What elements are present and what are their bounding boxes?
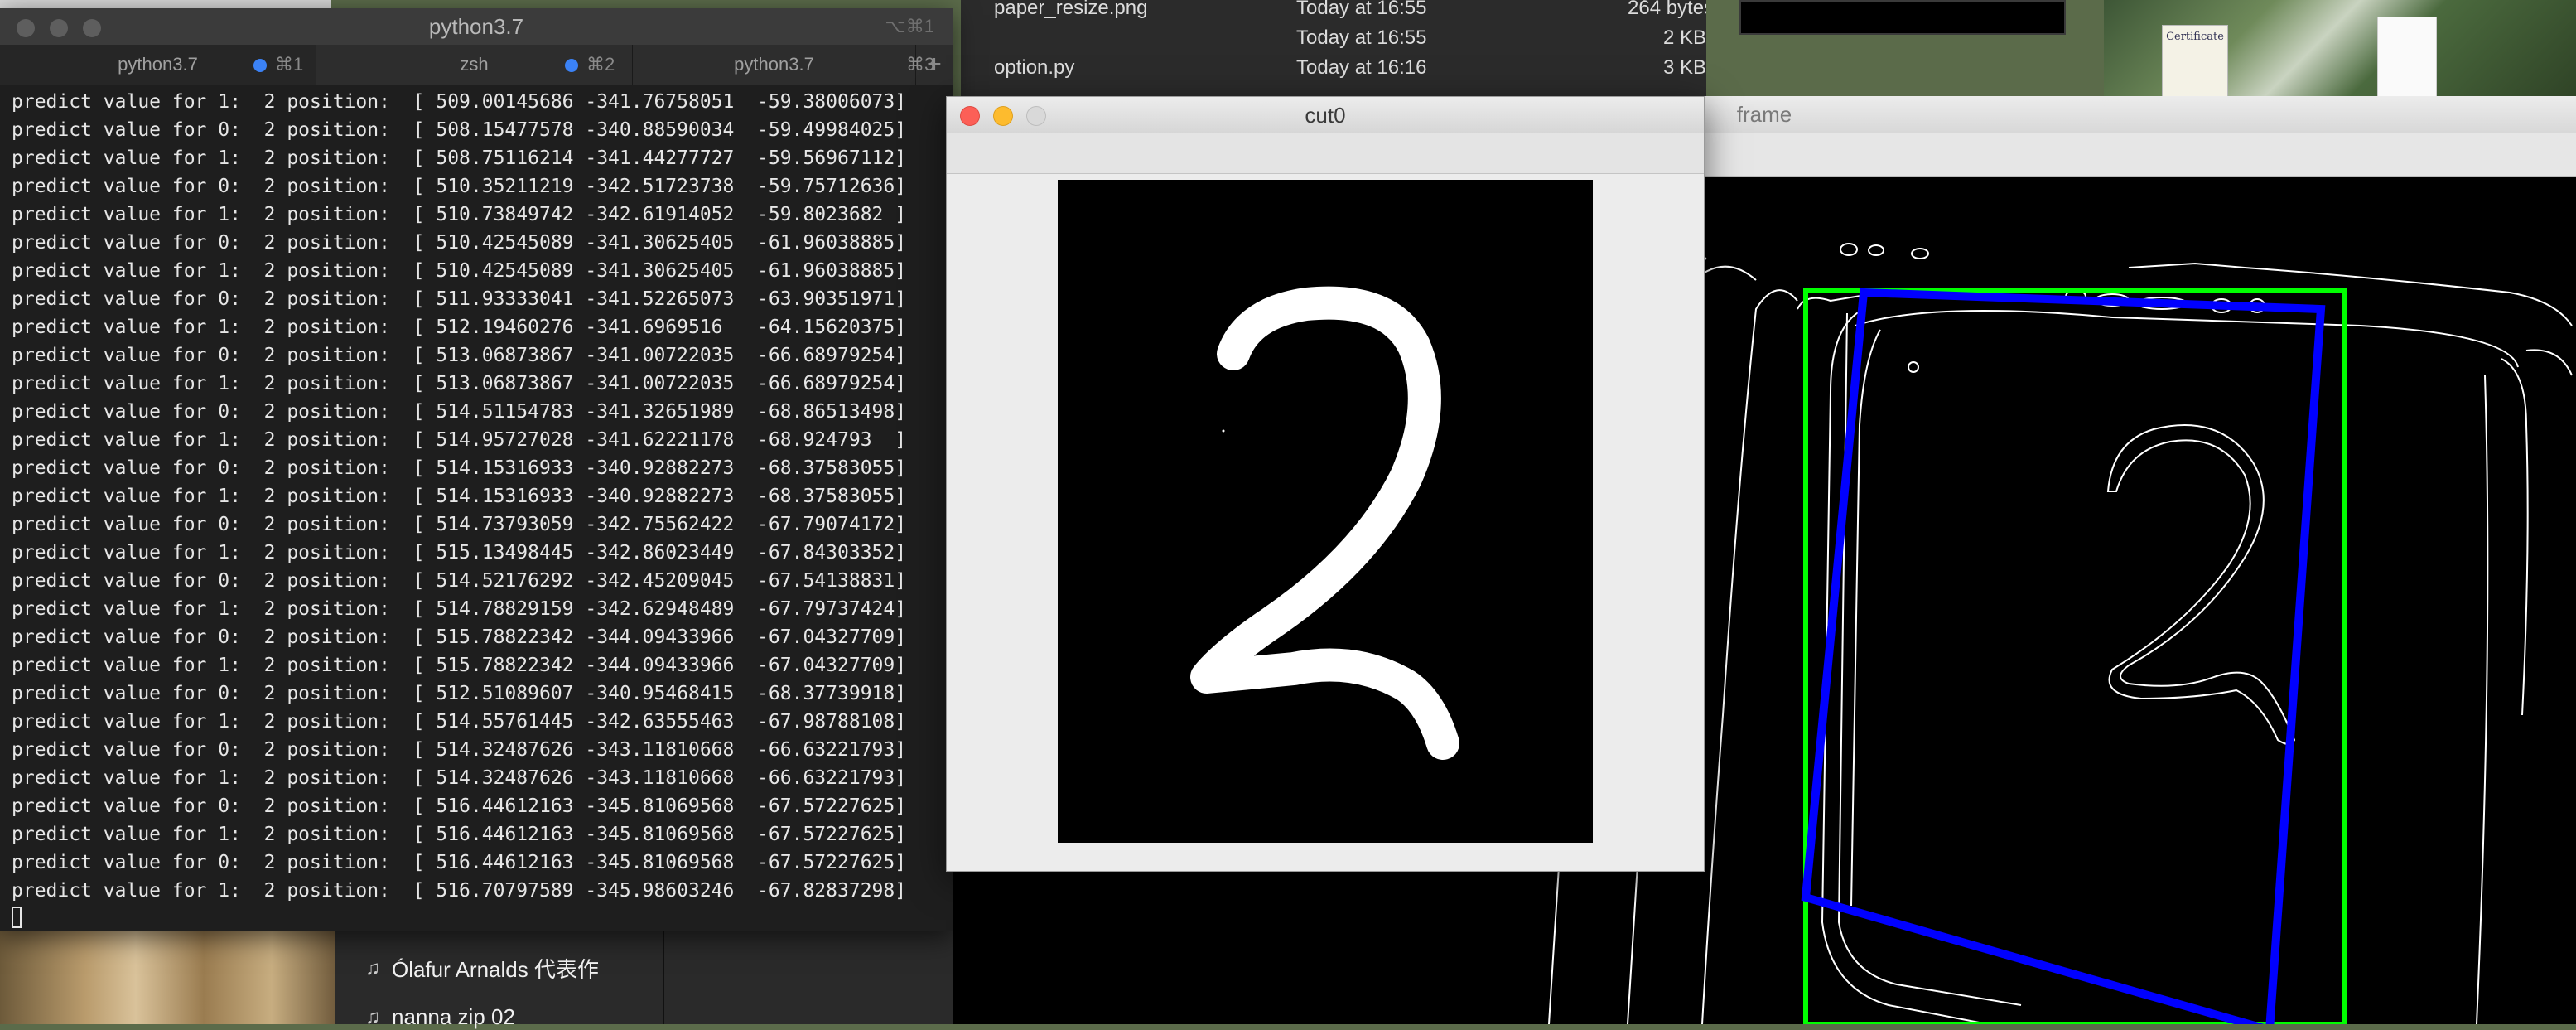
terminal-output[interactable]: predict value for 1: 2 position: [ 509.0… [12, 88, 953, 931]
terminal-line: predict value for 1: 2 position: [ 513.0… [12, 373, 907, 394]
tab-python3-7-1[interactable]: python3.7 ⌘1 [0, 45, 316, 85]
desktop-strip [0, 0, 331, 8]
activity-dot-icon [253, 59, 267, 72]
terminal-line: predict value for 1: 2 position: [ 510.4… [12, 260, 907, 282]
music-note-icon: ♫ [365, 956, 380, 979]
finder-file-list: paper_resize.png Today at 16:55 264 byte… [961, 0, 1706, 99]
rotated-box-blue [1801, 288, 2326, 1030]
digit-two-drawing [1190, 286, 1459, 760]
terminal-line: predict value for 0: 2 position: [ 516.4… [12, 852, 907, 873]
terminal-line: predict value for 1: 2 position: [ 509.0… [12, 91, 907, 113]
cut0-window: cut0 [946, 96, 1705, 872]
cut0-toolbar [947, 133, 1704, 174]
terminal-tab-bar: python3.7 ⌘1 zsh ⌘2 python3.7 ⌘3 + [0, 45, 953, 85]
terminal-line: predict value for 0: 2 position: [ 514.5… [12, 401, 907, 423]
terminal-line: predict value for 1: 2 position: [ 516.7… [12, 880, 907, 902]
cropped-digit-image [1058, 180, 1593, 843]
terminal-line: predict value for 0: 2 position: [ 514.1… [12, 457, 907, 479]
terminal-line: predict value for 1: 2 position: [ 508.7… [12, 147, 907, 169]
terminal-line: predict value for 1: 2 position: [ 510.7… [12, 204, 907, 225]
terminal-window: python3.7 ⌥⌘1 python3.7 ⌘1 zsh ⌘2 python… [0, 8, 953, 931]
music-list-item[interactable]: ♫ Ólafur Arnalds 代表作 [365, 953, 599, 984]
terminal-shortcut: ⌥⌘1 [885, 16, 934, 36]
terminal-line: predict value for 1: 2 position: [ 514.3… [12, 767, 907, 789]
music-list-item[interactable]: ♫ nanna zip 02 [365, 1004, 515, 1030]
terminal-line: predict value for 1: 2 position: [ 514.9… [12, 429, 907, 451]
new-tab-button[interactable]: + [916, 45, 953, 85]
certificate-label: Certificate [2166, 31, 2224, 43]
terminal-titlebar[interactable]: python3.7 ⌥⌘1 [0, 8, 953, 45]
activity-dot-icon [565, 59, 578, 72]
terminal-line: predict value for 0: 2 position: [ 514.5… [12, 570, 907, 592]
desktop-wallpaper-wood [0, 928, 340, 1024]
terminal-line: predict value for 0: 2 position: [ 513.0… [12, 345, 907, 366]
music-note-icon: ♫ [365, 1005, 380, 1028]
terminal-line: predict value for 0: 2 position: [ 514.7… [12, 514, 907, 535]
terminal-line: predict value for 0: 2 position: [ 511.9… [12, 288, 907, 310]
terminal-line: predict value for 0: 2 position: [ 514.3… [12, 739, 907, 761]
terminal-line: predict value for 1: 2 position: [ 516.4… [12, 824, 907, 845]
terminal-title: python3.7 [428, 14, 524, 39]
terminal-line: predict value for 1: 2 position: [ 515.7… [12, 655, 907, 676]
finder-row[interactable]: Today at 16:55 2 KB [961, 23, 1706, 53]
finder-row[interactable]: paper_resize.png Today at 16:55 264 byte… [961, 0, 1706, 23]
terminal-line: predict value for 1: 2 position: [ 514.1… [12, 486, 907, 507]
terminal-line: predict value for 0: 2 position: [ 515.7… [12, 626, 907, 648]
certificate-file-icon[interactable]: Certificate [2162, 25, 2228, 99]
finder-row[interactable]: option.py Today at 16:16 3 KB [961, 53, 1706, 83]
noise-dot [1222, 429, 1225, 433]
terminal-line: predict value for 0: 2 position: [ 510.3… [12, 176, 907, 197]
tab-zsh[interactable]: zsh ⌘2 [316, 45, 633, 85]
terminal-line: predict value for 1: 2 position: [ 514.5… [12, 711, 907, 733]
background-black-panel [1739, 0, 2066, 35]
terminal-line: predict value for 1: 2 position: [ 514.7… [12, 598, 907, 620]
terminal-cursor [12, 907, 22, 928]
terminal-line: predict value for 0: 2 position: [ 512.5… [12, 683, 907, 704]
document-file-icon[interactable] [2377, 17, 2437, 101]
terminal-line: predict value for 1: 2 position: [ 512.1… [12, 317, 907, 338]
terminal-line: predict value for 1: 2 position: [ 515.1… [12, 542, 907, 563]
cut0-titlebar[interactable]: cut0 [947, 97, 1704, 134]
digit-stroke [1190, 286, 1459, 760]
tab-python3-7-3[interactable]: python3.7 ⌘3 [633, 45, 934, 85]
terminal-line: predict value for 0: 2 position: [ 516.4… [12, 795, 907, 817]
divider [663, 928, 664, 1024]
terminal-prompt-line[interactable] [12, 905, 953, 931]
terminal-line: predict value for 0: 2 position: [ 508.1… [12, 119, 907, 141]
terminal-line: predict value for 0: 2 position: [ 510.4… [12, 232, 907, 254]
bounding-box-green [1803, 288, 2347, 1027]
cut0-window-title: cut0 [1305, 103, 1346, 128]
music-list-panel: ♫ Ólafur Arnalds 代表作 ♫ nanna zip 02 [335, 928, 957, 1029]
